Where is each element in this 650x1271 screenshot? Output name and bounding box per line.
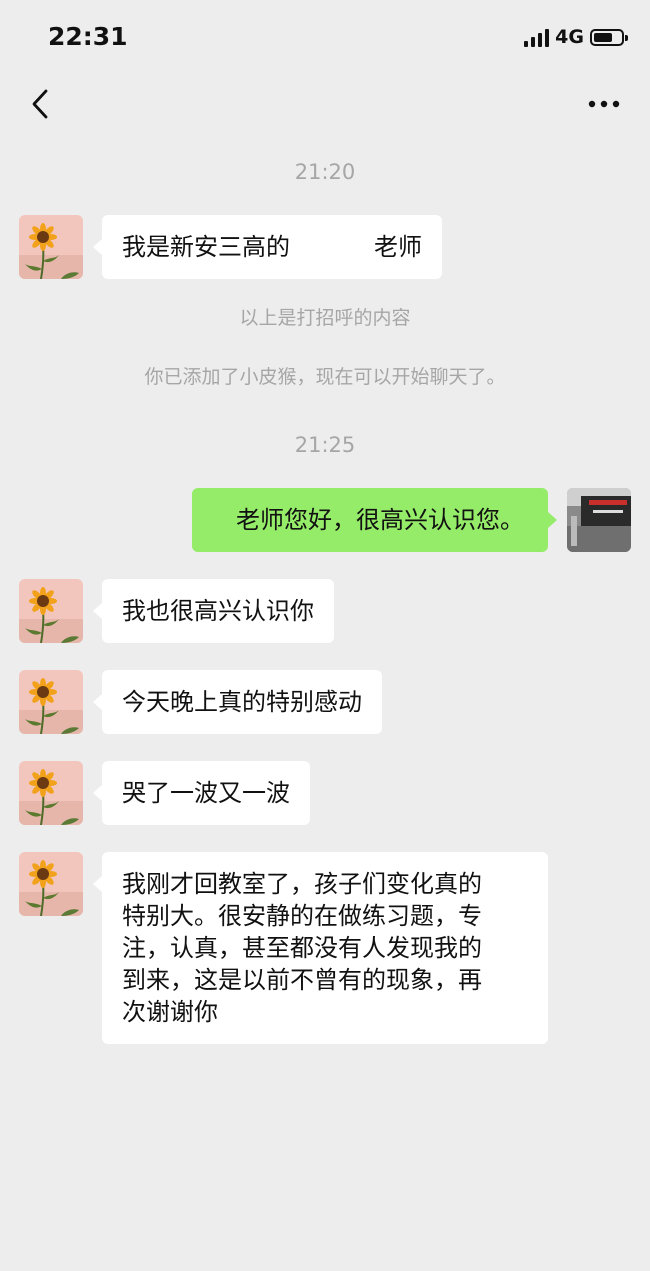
- status-bar: 22:31 4G: [0, 0, 650, 78]
- message-row-outgoing: 老师您好，很高兴认识您。: [0, 488, 650, 552]
- message-text: 我也很高兴认识你: [122, 597, 314, 625]
- message-line: 特别大。很安静的在做练习题，专: [122, 902, 482, 930]
- message-bubble[interactable]: 老师您好，很高兴认识您。: [192, 488, 557, 552]
- my-avatar[interactable]: [567, 488, 631, 552]
- back-button[interactable]: [26, 86, 56, 122]
- nav-bar: [0, 78, 650, 130]
- system-message-row: 以上是打招呼的内容: [0, 303, 650, 330]
- message-bubble[interactable]: 我是新安三高的 老师: [93, 215, 442, 279]
- contact-avatar[interactable]: [19, 215, 83, 279]
- message-text: 老师您好，很高兴认识您。: [236, 506, 524, 534]
- message-text: 哭了一波又一波: [122, 779, 290, 807]
- message-bubble[interactable]: 我刚才回教室了，孩子们变化真的 特别大。很安静的在做练习题，专 注，认真，甚至都…: [93, 852, 548, 1044]
- timestamp: 21:25: [294, 433, 356, 457]
- more-dots-icon: [588, 100, 620, 108]
- contact-avatar[interactable]: [19, 852, 83, 916]
- message-line: 注，认真，甚至都没有人发现我的: [122, 934, 482, 962]
- timestamp-row: 21:25: [0, 433, 650, 457]
- battery-icon: [590, 28, 628, 46]
- status-icons: 4G: [524, 26, 628, 48]
- message-bubble[interactable]: 今天晚上真的特别感动: [93, 670, 382, 734]
- message-text: 今天晚上真的特别感动: [122, 688, 362, 716]
- message-bubble[interactable]: 我也很高兴认识你: [93, 579, 334, 643]
- signal-icon: [524, 27, 550, 47]
- message-line: 我刚才回教室了，孩子们变化真的: [122, 870, 482, 898]
- system-message-row: 你已添加了小皮猴，现在可以开始聊天了。: [0, 362, 650, 389]
- contact-avatar[interactable]: [19, 761, 83, 825]
- message-row-incoming: 我是新安三高的 老师: [0, 215, 650, 279]
- message-row-incoming: 我刚才回教室了，孩子们变化真的 特别大。很安静的在做练习题，专 注，认真，甚至都…: [0, 852, 650, 1048]
- timestamp: 21:20: [294, 160, 356, 184]
- message-text: 我是新安三高的: [122, 233, 290, 261]
- system-message: 你已添加了小皮猴，现在可以开始聊天了。: [144, 366, 506, 388]
- network-type: 4G: [555, 26, 584, 48]
- message-row-incoming: 我也很高兴认识你: [0, 579, 650, 643]
- message-bubble[interactable]: 哭了一波又一波: [93, 761, 310, 825]
- system-message: 以上是打招呼的内容: [239, 307, 411, 329]
- contact-avatar[interactable]: [19, 670, 83, 734]
- contact-avatar[interactable]: [19, 579, 83, 643]
- message-text: 老师: [374, 233, 422, 261]
- chevron-left-icon: [32, 89, 48, 119]
- more-button[interactable]: [586, 90, 622, 118]
- message-line: 到来，这是以前不曾有的现象，再: [122, 966, 482, 994]
- status-time: 22:31: [48, 22, 128, 51]
- message-line: 次谢谢你: [122, 998, 218, 1026]
- message-row-incoming: 今天晚上真的特别感动: [0, 670, 650, 734]
- message-row-incoming: 哭了一波又一波: [0, 761, 650, 825]
- timestamp-row: 21:20: [0, 160, 650, 184]
